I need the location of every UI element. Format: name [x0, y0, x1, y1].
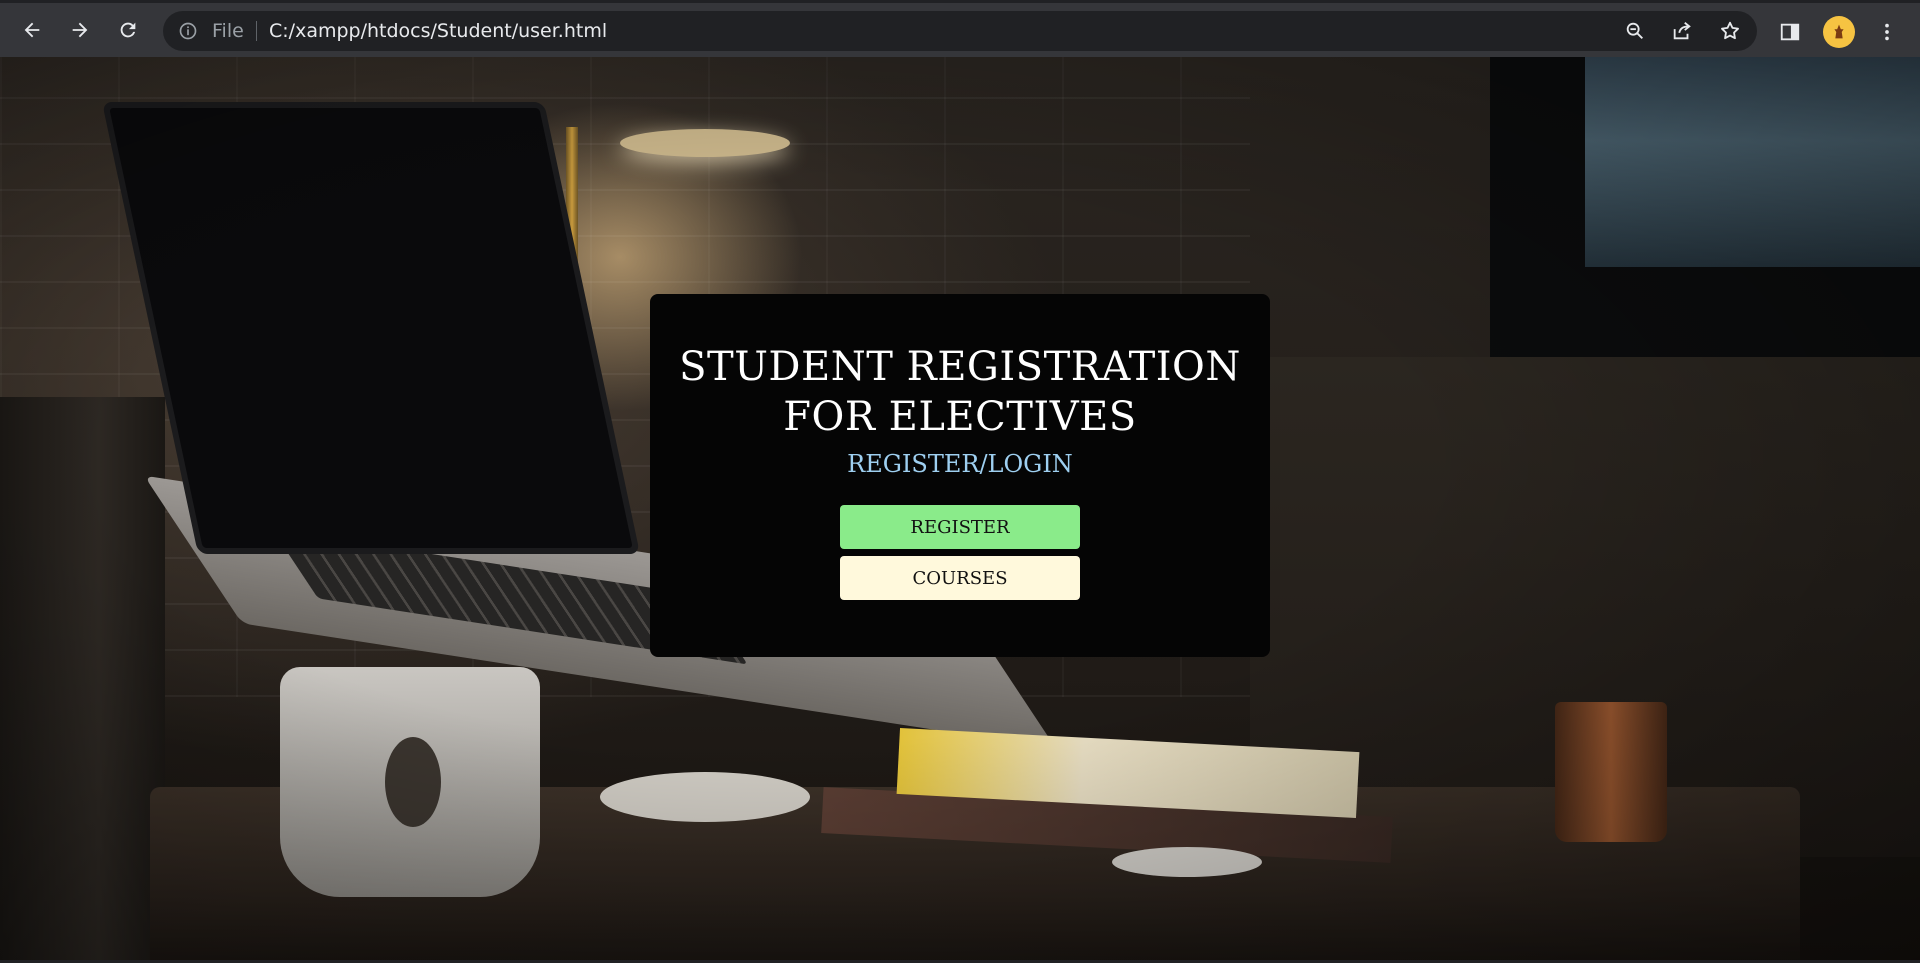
registration-card: STUDENT REGISTRATION FOR ELECTIVES REGIS…	[650, 294, 1270, 657]
browser-toolbar: File C:/xampp/htdocs/Student/user.html	[0, 0, 1920, 57]
url-text[interactable]: C:/xampp/htdocs/Student/user.html	[269, 20, 607, 42]
share-button[interactable]	[1670, 19, 1694, 43]
file-label: File	[212, 20, 244, 42]
back-button[interactable]	[14, 12, 50, 48]
side-panel-icon	[1780, 23, 1800, 41]
avatar[interactable]	[1823, 16, 1855, 48]
address-bar[interactable]: File C:/xampp/htdocs/Student/user.html	[163, 11, 1757, 51]
page-viewport: STUDENT REGISTRATION FOR ELECTIVES REGIS…	[0, 57, 1920, 960]
page-subtitle: REGISTER/LOGIN	[847, 450, 1073, 478]
zoom-button[interactable]	[1623, 19, 1647, 43]
arrow-right-icon	[72, 22, 88, 38]
page-title: STUDENT REGISTRATION FOR ELECTIVES	[679, 344, 1241, 440]
forward-button[interactable]	[62, 12, 98, 48]
share-icon	[1673, 22, 1691, 40]
reload-icon	[120, 22, 136, 38]
register-button[interactable]: REGISTER	[840, 505, 1080, 549]
menu-button[interactable]	[1873, 18, 1901, 46]
courses-button[interactable]: COURSES	[840, 556, 1080, 600]
info-icon[interactable]	[178, 21, 198, 41]
arrow-left-icon	[24, 22, 40, 38]
profile-icon	[1834, 24, 1844, 39]
kebab-menu-icon	[1885, 23, 1889, 41]
zoom-icon	[1626, 22, 1643, 39]
star-icon	[1721, 21, 1739, 40]
bookmark-button[interactable]	[1718, 19, 1742, 43]
side-panel-button[interactable]	[1776, 18, 1804, 46]
reload-button[interactable]	[110, 12, 146, 48]
address-separator	[256, 21, 257, 41]
